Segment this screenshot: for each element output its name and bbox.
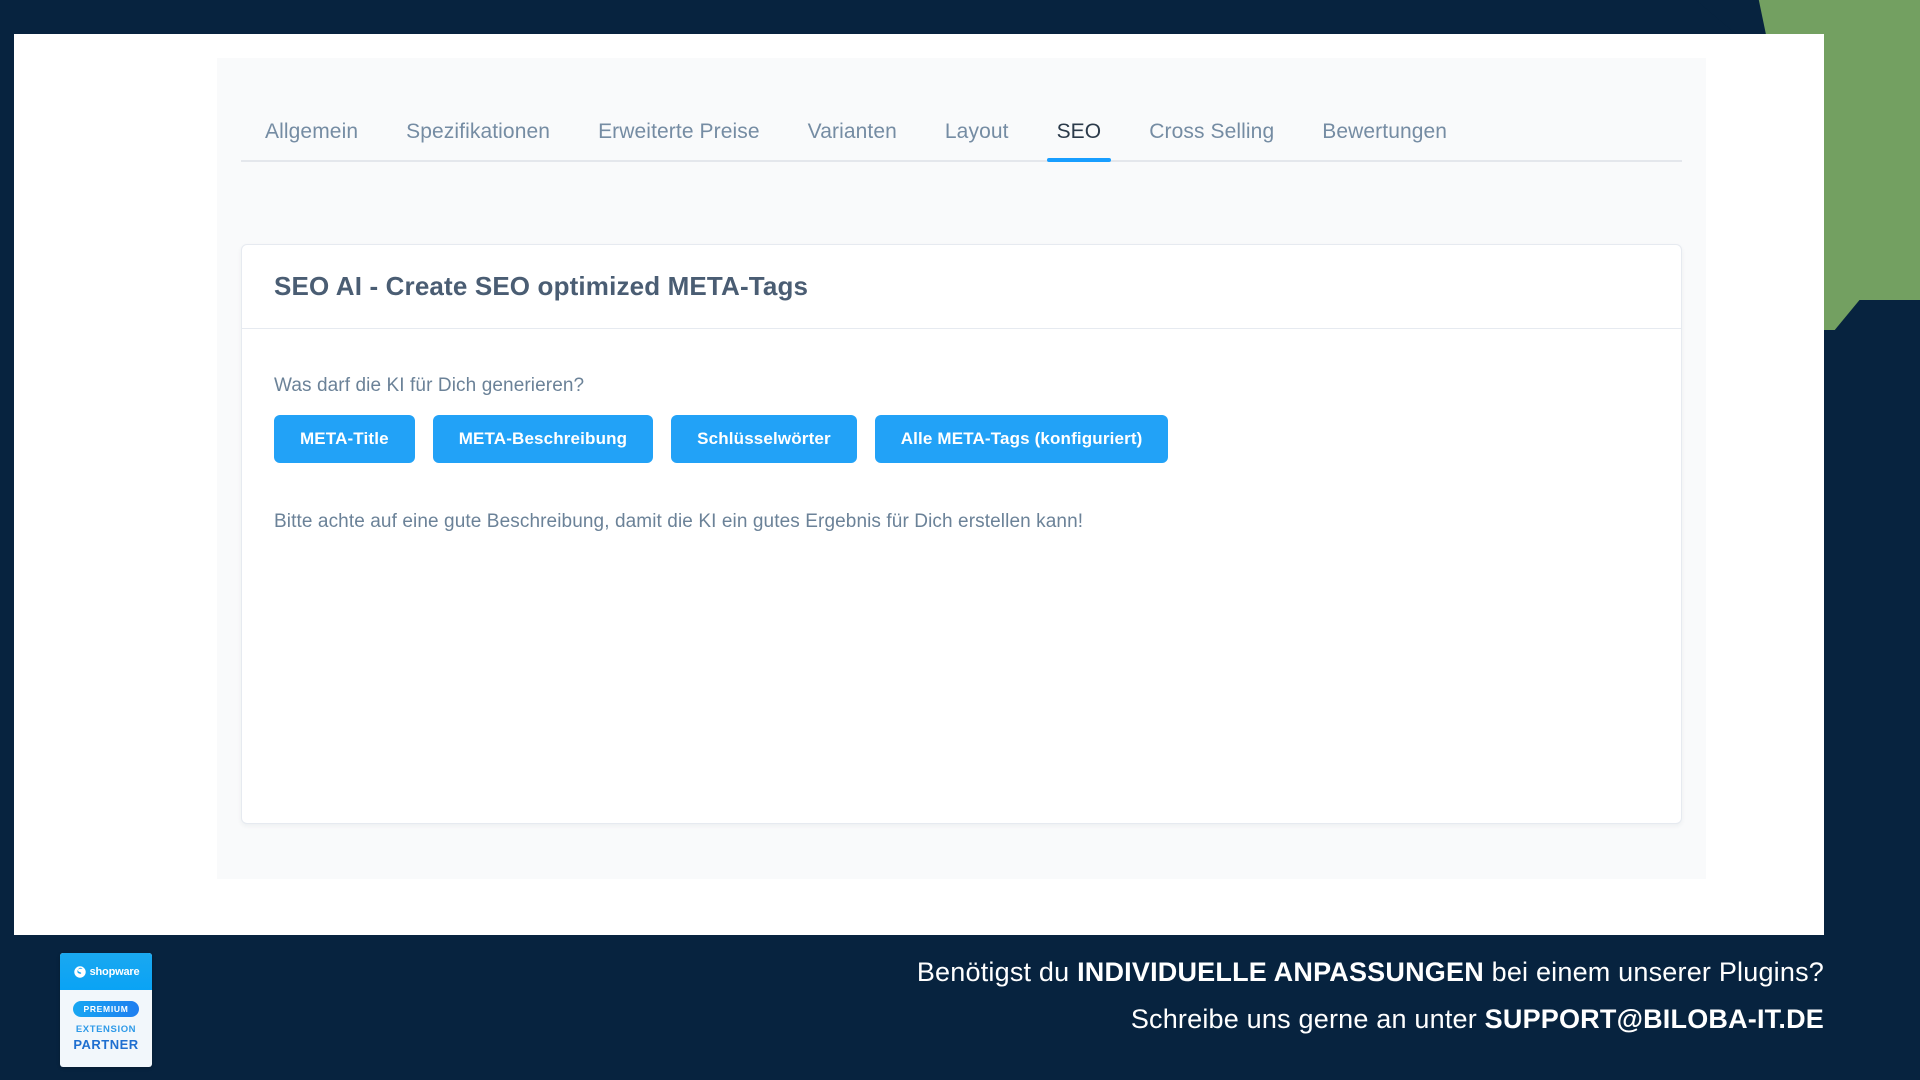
generation-hint-text: Bitte achte auf eine gute Beschreibung, … (274, 511, 1084, 532)
badge-partner-label: PARTNER (73, 1037, 139, 1052)
footer-line-1-prefix: Benötigst du (916, 957, 1078, 987)
tab-erweiterte-preise[interactable]: Erweiterte Preise (574, 120, 784, 160)
shopware-badge-body: PREMIUM EXTENSION PARTNER (60, 990, 152, 1052)
footer-line-1-suffix: bei einem unserer Plugins? (1483, 957, 1824, 987)
shopware-premium-partner-badge: shopware PREMIUM EXTENSION PARTNER (60, 953, 152, 1067)
footer-support-email: SUPPORT@BILOBA-IT.DE (1484, 1004, 1824, 1034)
tab-cross-selling[interactable]: Cross Selling (1125, 120, 1298, 160)
generate-keywords-button[interactable]: Schlüsselwörter (671, 415, 857, 463)
footer-line-2: Schreibe uns gerne an unter SUPPORT@BILO… (917, 1004, 1824, 1035)
footer-message-block: Benötigst du INDIVIDUELLE ANPASSUNGEN be… (917, 957, 1824, 1051)
footer-line-1-bold: INDIVIDUELLE ANPASSUNGEN (1077, 957, 1484, 987)
application-canvas: Allgemein Spezifikationen Erweiterte Pre… (14, 34, 1824, 935)
tab-seo[interactable]: SEO (1033, 120, 1126, 162)
footer-line-2-prefix: Schreibe uns gerne an unter (1130, 1004, 1485, 1034)
generate-all-meta-tags-button[interactable]: Alle META-Tags (konfiguriert) (874, 415, 1169, 463)
generate-meta-description-button[interactable]: META-Beschreibung (432, 415, 654, 463)
shopware-wordmark: shopware (89, 965, 140, 978)
product-detail-panel: Allgemein Spezifikationen Erweiterte Pre… (217, 58, 1706, 879)
navy-top-band (0, 0, 1668, 34)
product-tab-bar: Allgemein Spezifikationen Erweiterte Pre… (241, 58, 1682, 162)
badge-premium-pill: PREMIUM (73, 1001, 139, 1017)
tab-bewertungen[interactable]: Bewertungen (1298, 120, 1471, 160)
seo-ai-card-body: Was darf die KI für Dich generieren? MET… (242, 329, 1681, 533)
seo-ai-card: SEO AI - Create SEO optimized META-Tags … (241, 244, 1682, 824)
tab-layout[interactable]: Layout (921, 120, 1033, 160)
seo-ai-card-header: SEO AI - Create SEO optimized META-Tags (242, 245, 1681, 329)
tab-spezifikationen[interactable]: Spezifikationen (382, 120, 574, 160)
tab-varianten[interactable]: Varianten (784, 120, 921, 160)
shopware-badge-header: shopware (60, 953, 152, 990)
generation-button-group: META-Title META-Beschreibung Schlüsselwö… (274, 415, 1649, 463)
footer-line-1: Benötigst du INDIVIDUELLE ANPASSUNGEN be… (917, 957, 1824, 988)
generation-prompt-label: Was darf die KI für Dich generieren? (274, 375, 585, 396)
tab-allgemein[interactable]: Allgemein (241, 120, 382, 160)
screenshot-root: Allgemein Spezifikationen Erweiterte Pre… (0, 0, 1920, 1080)
promo-footer: shopware PREMIUM EXTENSION PARTNER Benöt… (0, 935, 1920, 1080)
badge-extension-label: EXTENSION (75, 1024, 137, 1035)
shopware-logo-icon (73, 965, 86, 978)
seo-ai-card-title: SEO AI - Create SEO optimized META-Tags (274, 271, 809, 301)
generate-meta-title-button[interactable]: META-Title (274, 415, 415, 463)
